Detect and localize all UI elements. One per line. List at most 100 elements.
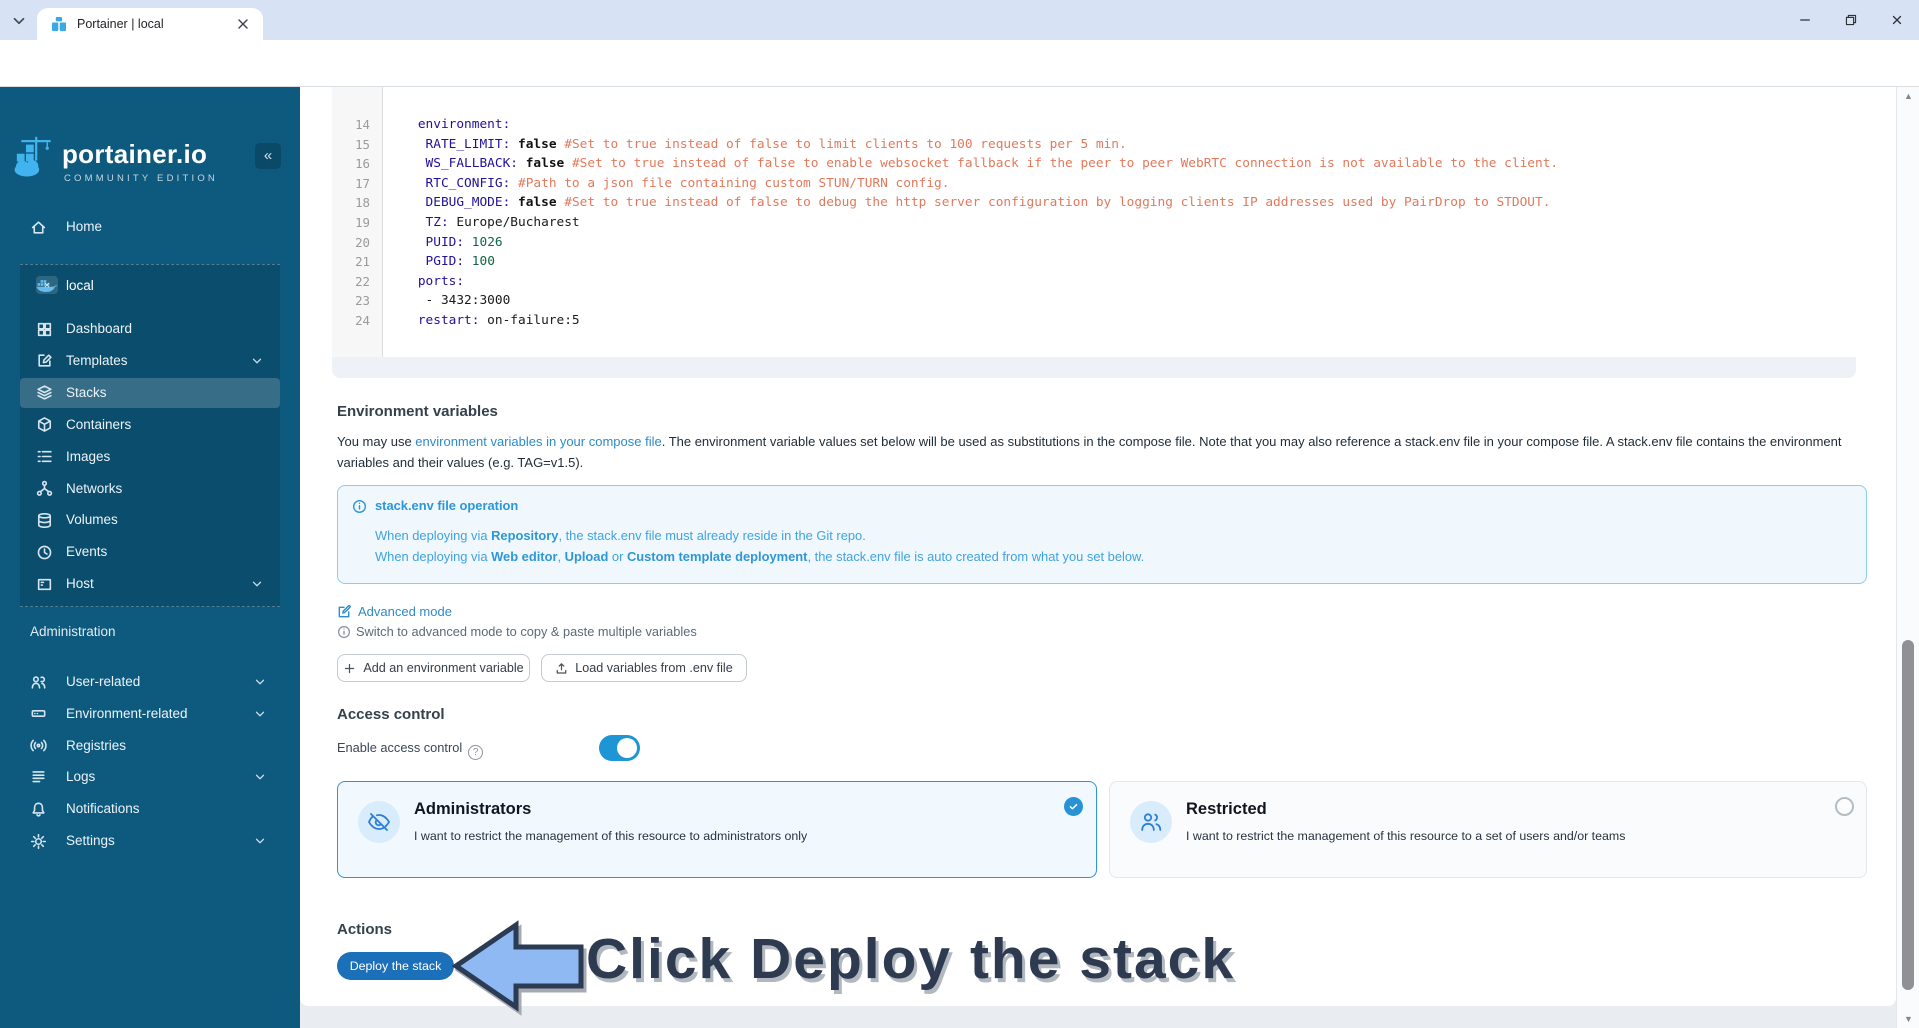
page-scrollbar[interactable]: ▲ ▼ (1896, 87, 1919, 1028)
sidebar-item-label: Events (66, 544, 108, 560)
chevron-down-icon (250, 577, 264, 591)
card-title: Restricted (1186, 800, 1267, 818)
sidebar-item-environment-related[interactable]: Environment-related (0, 699, 300, 729)
info-box-title: stack.env file operation (375, 498, 519, 513)
browser-tab[interactable]: Portainer | local (37, 8, 263, 40)
browser-tab-strip: Portainer | local (0, 0, 1919, 40)
code-line: environment: (417, 117, 511, 132)
sidebar-item-settings[interactable]: Settings (0, 826, 300, 856)
window-minimize-button[interactable] (1790, 9, 1820, 31)
home-icon (30, 219, 47, 236)
sidebar-item-label: Logs (66, 769, 96, 785)
sidebar-item-label: Settings (66, 833, 115, 848)
logo-subtitle: COMMUNITY EDITION (64, 173, 218, 184)
compose-env-vars-link[interactable]: environment variables in your compose fi… (415, 434, 661, 449)
sidebar-item-notifications[interactable]: Notifications (0, 794, 300, 824)
chevron-down-icon (250, 354, 264, 368)
access-control-toggle[interactable] (599, 735, 640, 761)
tab-close-icon[interactable] (235, 16, 251, 32)
environment-variables-heading: Environment variables (337, 403, 498, 420)
sidebar-item-events[interactable]: Events (20, 537, 280, 567)
code-line: ports: (417, 273, 465, 289)
environments-icon (30, 705, 47, 722)
access-card-administrators[interactable]: Administrators I want to restrict the ma… (337, 781, 1097, 878)
code-line: PGID: 100 (425, 254, 495, 270)
tab-title: Portainer | local (77, 17, 164, 31)
containers-icon (36, 416, 53, 433)
sidebar-item-logs[interactable]: Logs (0, 762, 300, 792)
line-number: 20 (355, 234, 370, 250)
sidebar-collapse-button[interactable]: « (255, 143, 281, 169)
main-content: 14 15 16 17 18 19 20 21 22 23 24 environment: RATE… (300, 87, 1896, 1028)
sidebar-item-dashboard[interactable]: Dashboard (20, 314, 280, 344)
chevron-down-icon (253, 834, 267, 848)
sidebar-item-label: Templates (66, 352, 128, 368)
sidebar-item-label: Containers (66, 416, 132, 432)
load-env-file-label: Load variables from .env file (575, 661, 733, 675)
sidebar-item-label: Dashboard (66, 321, 133, 336)
sidebar-item-label: Home (66, 219, 103, 234)
registries-icon (30, 737, 47, 754)
unselected-radio[interactable] (1835, 797, 1854, 816)
upload-icon (555, 662, 568, 675)
images-icon (36, 448, 53, 465)
code-line: RATE_LIMIT: false #Set to true instead o… (425, 136, 1127, 152)
sidebar-item-label: Environment-related (66, 705, 188, 721)
access-card-restricted[interactable]: Restricted I want to restrict the manage… (1109, 781, 1867, 878)
close-environment-icon[interactable] (36, 276, 58, 294)
eye-off-icon (358, 801, 400, 843)
selected-check-icon[interactable] (1064, 797, 1083, 816)
stacks-icon (36, 384, 53, 401)
code-line: TZ: Europe/Bucharest (425, 215, 580, 230)
logo-title: portainer.io (62, 139, 208, 169)
sidebar-item-containers[interactable]: Containers (20, 410, 280, 440)
environment-variables-intro: You may use environment variables in you… (337, 432, 1867, 473)
info-icon (352, 499, 367, 514)
code-line: DEBUG_MODE: false #Set to true instead o… (425, 195, 1551, 211)
portainer-favicon (51, 16, 67, 32)
scrollbar-thumb[interactable] (1902, 640, 1914, 990)
sidebar-item-stacks[interactable]: Stacks (20, 377, 280, 408)
code-line: PUID: 1026 (425, 234, 503, 250)
info-icon (337, 625, 351, 639)
window-close-button[interactable] (1882, 9, 1912, 31)
line-number: 17 (355, 175, 370, 191)
access-control-heading: Access control (337, 706, 445, 723)
add-environment-variable-button[interactable]: Add an environment variable (337, 654, 530, 682)
sidebar-item-volumes[interactable]: Volumes (20, 505, 280, 535)
scrollbar-down-arrow-icon[interactable]: ▼ (1897, 1014, 1919, 1024)
volumes-icon (36, 512, 53, 529)
enable-access-control-label: Enable access control (337, 740, 463, 755)
enable-access-control-row: Enable access control? (337, 735, 484, 761)
maximize-icon (1844, 13, 1858, 27)
toggle-knob (617, 738, 637, 758)
card-description: I want to restrict the management of thi… (1186, 829, 1626, 843)
sidebar-item-user-related[interactable]: User-related (0, 667, 300, 697)
help-question-icon[interactable]: ? (468, 745, 484, 760)
sidebar-item-images[interactable]: Images (20, 442, 280, 472)
tab-search-chevron-icon[interactable] (10, 12, 28, 30)
sidebar-item-registries[interactable]: Registries (0, 731, 300, 761)
load-env-file-button[interactable]: Load variables from .env file (541, 654, 747, 682)
sidebar-item-templates[interactable]: Templates (20, 346, 280, 376)
sidebar-item-label: Registries (66, 737, 127, 753)
templates-icon (36, 352, 53, 369)
sidebar-item-label: Images (66, 448, 111, 464)
code-line: restart: on-failure:5 (417, 313, 580, 328)
info-box-line: When deploying via Web editor, Upload or… (375, 549, 1145, 564)
scrollbar-up-arrow-icon[interactable]: ▲ (1897, 91, 1919, 101)
line-number: 16 (355, 156, 370, 172)
sidebar-item-home[interactable]: Home (0, 212, 300, 242)
administration-section-label: Administration (30, 624, 116, 639)
code-line: - 3432:3000 (425, 293, 511, 309)
sidebar-environment-local[interactable]: local (20, 270, 280, 302)
annotation-caption: Click Deploy the stack (586, 927, 1236, 991)
window-close-icon (1890, 13, 1904, 27)
sidebar-item-host[interactable]: Host (20, 569, 280, 599)
sidebar-item-label: Stacks (66, 384, 107, 400)
sidebar-item-networks[interactable]: Networks (20, 474, 280, 504)
window-maximize-button[interactable] (1836, 9, 1866, 31)
code-line: WS_FALLBACK: false #Set to true instead … (425, 156, 1559, 172)
deploy-the-stack-button[interactable]: Deploy the stack (337, 952, 454, 980)
line-number: 18 (355, 195, 370, 211)
